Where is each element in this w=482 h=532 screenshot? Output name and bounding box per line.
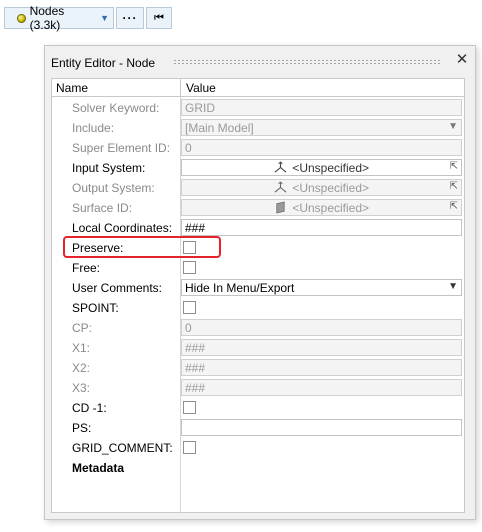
row-label: CD -1: bbox=[72, 401, 107, 415]
node-icon bbox=[17, 13, 26, 23]
ps-field[interactable] bbox=[181, 419, 462, 436]
row-cd: CD -1: bbox=[52, 398, 464, 418]
entity-toolbar: Nodes (3.3k) ▼ ··· ⏮ bbox=[4, 4, 172, 32]
chevron-down-icon: ▼ bbox=[448, 281, 458, 292]
column-header-value[interactable]: Value bbox=[186, 81, 216, 95]
surface-icon bbox=[276, 201, 285, 214]
row-cp: CP: 0 bbox=[52, 318, 464, 338]
skip-first-icon: ⏮ bbox=[154, 11, 164, 24]
row-x2: X2: ### bbox=[52, 358, 464, 378]
user-comments-value: Hide In Menu/Export bbox=[185, 281, 295, 295]
cd-checkbox[interactable] bbox=[183, 401, 196, 414]
row-label: SPOINT: bbox=[72, 301, 119, 315]
row-super-element-id: Super Element ID: 0 bbox=[52, 138, 464, 158]
row-input-system: Input System: <Unspecified> ⇱ bbox=[52, 158, 464, 178]
nodes-selector-button[interactable]: Nodes (3.3k) ▼ bbox=[4, 4, 114, 32]
x1-field: ### bbox=[181, 339, 462, 356]
cp-field: 0 bbox=[181, 319, 462, 336]
cursor-pick-icon: ⇱ bbox=[449, 181, 458, 192]
row-label: Input System: bbox=[72, 161, 146, 175]
metadata-section-label[interactable]: Metadata bbox=[72, 461, 124, 475]
x3-field: ### bbox=[181, 379, 462, 396]
dialog-title: Entity Editor - Node bbox=[51, 56, 156, 70]
row-label: Solver Keyword: bbox=[72, 101, 160, 115]
row-ps: PS: bbox=[52, 418, 464, 438]
column-header-name[interactable]: Name bbox=[56, 81, 88, 95]
grid-header: Name Value bbox=[52, 79, 464, 97]
row-label: X1: bbox=[72, 341, 91, 355]
row-label: Output System: bbox=[72, 181, 155, 195]
cursor-pick-icon: ⇱ bbox=[449, 201, 458, 212]
row-label: Local Coordinates: bbox=[72, 221, 173, 235]
row-solver-keyword: Solver Keyword: GRID bbox=[52, 98, 464, 118]
row-label: User Comments: bbox=[72, 281, 163, 295]
include-value: [Main Model] bbox=[185, 121, 254, 135]
surface-id-value: <Unspecified> bbox=[292, 201, 370, 215]
entity-editor-dialog: Entity Editor - Node ✕ Name Value Solver… bbox=[44, 45, 476, 520]
solver-keyword-field: GRID bbox=[181, 99, 462, 116]
coordinate-system-icon bbox=[274, 181, 287, 193]
chevron-down-icon: ▼ bbox=[100, 13, 109, 23]
spoint-checkbox[interactable] bbox=[183, 301, 196, 314]
cursor-pick-icon[interactable]: ⇱ bbox=[450, 161, 458, 172]
input-system-value: <Unspecified> bbox=[292, 161, 370, 175]
drag-grip-handle[interactable] bbox=[173, 59, 441, 65]
row-output-system: Output System: <Unspecified> ⇱ bbox=[52, 178, 464, 198]
include-select[interactable]: [Main Model] ▼ bbox=[181, 119, 462, 136]
row-label: Super Element ID: bbox=[72, 141, 171, 155]
row-label: CP: bbox=[72, 321, 93, 335]
row-label: X2: bbox=[72, 361, 91, 375]
user-comments-select[interactable]: Hide In Menu/Export ▼ bbox=[181, 279, 462, 296]
row-label: Free: bbox=[72, 261, 101, 275]
super-element-id-field: 0 bbox=[181, 139, 462, 156]
input-system-selector[interactable]: <Unspecified> ⇱ bbox=[181, 159, 462, 176]
row-include: Include: [Main Model] ▼ bbox=[52, 118, 464, 138]
coordinate-system-icon bbox=[274, 161, 287, 173]
row-label: Surface ID: bbox=[72, 201, 133, 215]
grid-comment-checkbox[interactable] bbox=[183, 441, 196, 454]
surface-id-selector: <Unspecified> ⇱ bbox=[181, 199, 462, 216]
row-metadata: Metadata bbox=[52, 458, 464, 478]
row-spoint: SPOINT: bbox=[52, 298, 464, 318]
row-surface-id: Surface ID: <Unspecified> ⇱ bbox=[52, 198, 464, 218]
row-x3: X3: ### bbox=[52, 378, 464, 398]
nodes-selector-label: Nodes (3.3k) bbox=[29, 4, 65, 32]
output-system-value: <Unspecified> bbox=[292, 181, 370, 195]
preserve-highlight-annotation bbox=[63, 236, 221, 258]
row-user-comments: User Comments: Hide In Menu/Export ▼ bbox=[52, 278, 464, 298]
first-entity-button[interactable]: ⏮ bbox=[146, 7, 172, 29]
column-divider[interactable] bbox=[180, 79, 181, 97]
free-checkbox[interactable] bbox=[183, 261, 196, 274]
row-free: Free: bbox=[52, 258, 464, 278]
local-coordinates-field[interactable]: ### bbox=[181, 219, 462, 236]
property-grid: Name Value Solver Keyword: GRID Include:… bbox=[51, 78, 465, 513]
more-options-button[interactable]: ··· bbox=[116, 7, 144, 29]
row-grid-comment: GRID_COMMENT: bbox=[52, 438, 464, 458]
row-local-coordinates: Local Coordinates: ### bbox=[52, 218, 464, 238]
x2-field: ### bbox=[181, 359, 462, 376]
close-icon[interactable]: ✕ bbox=[455, 52, 469, 67]
chevron-down-icon: ▼ bbox=[448, 121, 458, 132]
row-label: PS: bbox=[72, 421, 92, 435]
row-label: Include: bbox=[72, 121, 115, 135]
row-label: X3: bbox=[72, 381, 91, 395]
row-label: GRID_COMMENT: bbox=[72, 441, 173, 455]
row-x1: X1: ### bbox=[52, 338, 464, 358]
output-system-selector: <Unspecified> ⇱ bbox=[181, 179, 462, 196]
